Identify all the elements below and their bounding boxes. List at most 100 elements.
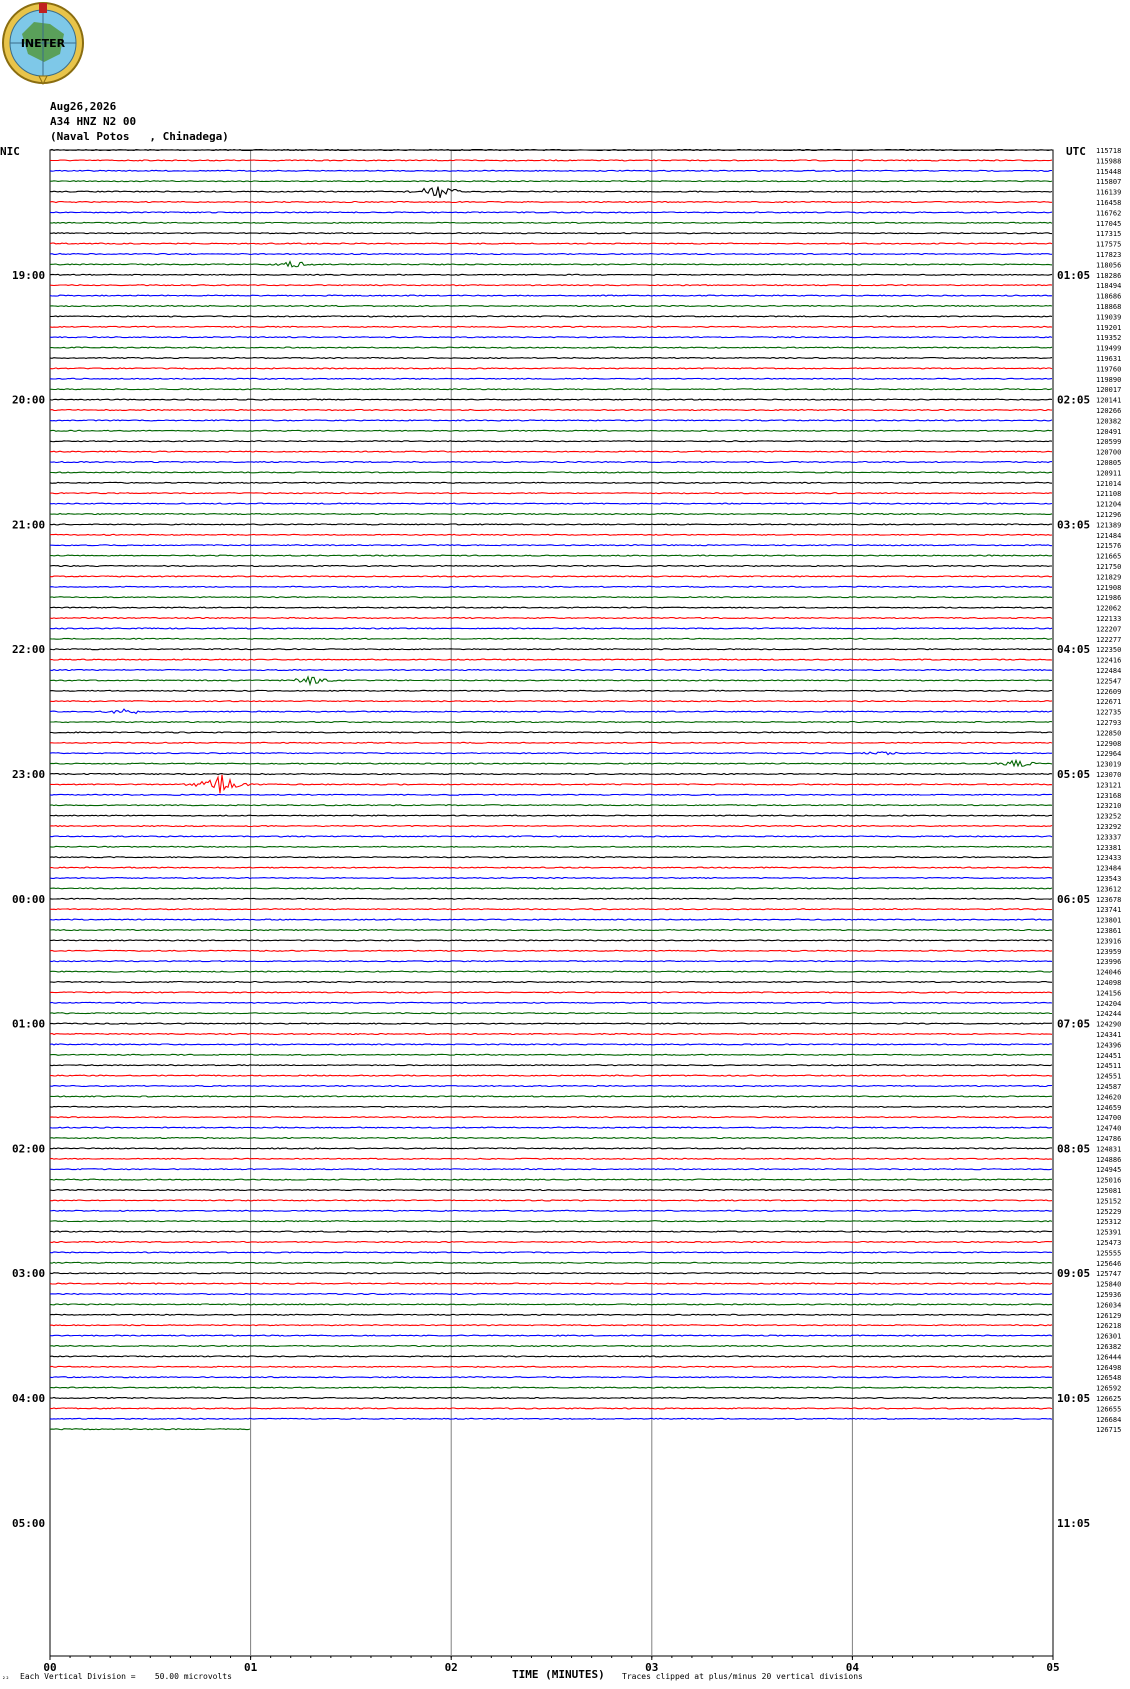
- trace-value-label: 115988: [1096, 157, 1121, 165]
- utc-hour-label: 08:05: [1057, 1142, 1090, 1155]
- trace-line: [49, 1064, 1053, 1067]
- trace-line: [49, 336, 1053, 339]
- trace-line: [49, 252, 1053, 256]
- trace-value-label: 125840: [1096, 1281, 1121, 1289]
- trace-line: [50, 606, 1053, 609]
- trace-value-label: 123019: [1096, 761, 1121, 769]
- utc-hour-label: 10:05: [1057, 1392, 1090, 1405]
- utc-hour-label: 11:05: [1057, 1517, 1090, 1530]
- trace-value-label: 120491: [1096, 428, 1121, 436]
- trace-line: [49, 159, 1053, 162]
- trace-value-label: 126034: [1096, 1301, 1121, 1309]
- trace-value-label: 123337: [1096, 833, 1121, 841]
- trace-value-label: 117823: [1096, 251, 1121, 259]
- trace-line: [49, 1032, 1053, 1036]
- trace-line: [49, 689, 1053, 692]
- trace-value-label: 122609: [1096, 688, 1121, 696]
- trace-value-label: 125646: [1096, 1260, 1121, 1268]
- trace-line: [49, 1407, 1053, 1410]
- trace-line: [49, 1012, 1053, 1015]
- trace-value-label: 117045: [1096, 220, 1121, 228]
- trace-line: [49, 260, 1053, 268]
- trace-line: [50, 720, 1053, 724]
- trace-line: [49, 408, 1053, 412]
- trace-value-label: 124156: [1096, 989, 1121, 997]
- nic-hour-label: 20:00: [12, 394, 45, 407]
- trace-value-label: 122416: [1096, 657, 1121, 665]
- seismogram-chart: 00 01 02 03 04 05NIC UTC19:0020:0021:0022:0023…: [0, 145, 1121, 1674]
- utc-hour-label: 03:05: [1057, 518, 1090, 531]
- trace-line: [49, 585, 1052, 588]
- trace-line: [49, 970, 1053, 973]
- utc-hour-label: 06:05: [1057, 893, 1090, 906]
- trace-line: [49, 658, 1053, 661]
- trace-value-label: 124511: [1096, 1062, 1121, 1070]
- trace-line: [49, 1376, 1052, 1379]
- trace-line: [49, 575, 1053, 578]
- trace-line: [49, 1157, 1053, 1160]
- nic-hour-label: 02:00: [12, 1142, 45, 1155]
- trace-line: [49, 1001, 1053, 1004]
- trace-line: [49, 887, 1053, 890]
- trace-line: [49, 1168, 1053, 1171]
- trace-value-label: 115448: [1096, 168, 1121, 176]
- trace-value-label: 118686: [1096, 293, 1121, 301]
- trace-line: [49, 949, 1053, 952]
- nic-hour-label: 05:00: [12, 1517, 45, 1530]
- trace-line: [49, 637, 1053, 640]
- corner-mark: ²²: [2, 1676, 10, 1683]
- trace-line: [49, 346, 1053, 349]
- trace-line: [49, 708, 1053, 715]
- trace-value-label: 122908: [1096, 740, 1121, 748]
- trace-line: [49, 315, 1053, 318]
- trace-value-label: 123916: [1096, 937, 1121, 945]
- trace-value-label: 121665: [1096, 553, 1121, 561]
- trace-value-label: 124945: [1096, 1166, 1121, 1174]
- trace-line: [49, 377, 1053, 380]
- vertical-division-note: Each Vertical Division = 50.00 microvolt…: [20, 1672, 232, 1681]
- trace-line: [50, 675, 1053, 687]
- trace-line: [49, 523, 1052, 526]
- trace-value-label: 123252: [1096, 813, 1121, 821]
- trace-value-label: 123381: [1096, 844, 1121, 852]
- trace-value-label: 119499: [1096, 345, 1121, 353]
- trace-value-label: 126382: [1096, 1343, 1121, 1351]
- trace-line: [49, 325, 1053, 328]
- x-axis-title: TIME (MINUTES): [512, 1668, 605, 1681]
- trace-line: [50, 741, 1053, 744]
- trace-value-label: 126129: [1096, 1312, 1121, 1320]
- trace-value-label: 122207: [1096, 625, 1121, 633]
- trace-line: [49, 835, 1053, 838]
- trace-line: [49, 200, 1052, 204]
- x-tick-label: 01: [244, 1661, 258, 1674]
- trace-line: [49, 1365, 1053, 1368]
- trace-value-label: 124786: [1096, 1135, 1121, 1143]
- trace-value-label: 125391: [1096, 1229, 1121, 1237]
- trace-value-label: 123741: [1096, 906, 1121, 914]
- trace-line: [50, 1095, 1052, 1098]
- plot-frame: [49, 149, 1054, 1657]
- trace-value-label: 126218: [1096, 1322, 1121, 1330]
- trace-value-label: 124700: [1096, 1114, 1121, 1122]
- trace-line: [49, 731, 1053, 734]
- trace-line: [49, 1136, 1053, 1140]
- trace-value-label: 122735: [1096, 709, 1121, 717]
- trace-value-label: 121750: [1096, 563, 1121, 571]
- trace-value-label: 126498: [1096, 1364, 1121, 1372]
- trace-value-label: 120805: [1096, 459, 1121, 467]
- trace-value-label: 119352: [1096, 334, 1121, 342]
- trace-value-label: 121014: [1096, 480, 1121, 488]
- trace-value-label: 125081: [1096, 1187, 1121, 1195]
- trace-line: [49, 1240, 1053, 1244]
- trace-value-label: 125555: [1096, 1249, 1121, 1257]
- trace-line: [49, 928, 1053, 932]
- trace-line: [49, 1324, 1053, 1327]
- trace-line: [49, 1022, 1053, 1025]
- trace-line: [50, 1074, 1052, 1077]
- trace-line: [49, 1272, 1053, 1275]
- trace-line: [49, 793, 1053, 796]
- trace-value-label: 122484: [1096, 667, 1121, 675]
- trace-value-label: 122671: [1096, 698, 1121, 706]
- trace-line: [49, 294, 1053, 297]
- trace-value-label: 126301: [1096, 1333, 1121, 1341]
